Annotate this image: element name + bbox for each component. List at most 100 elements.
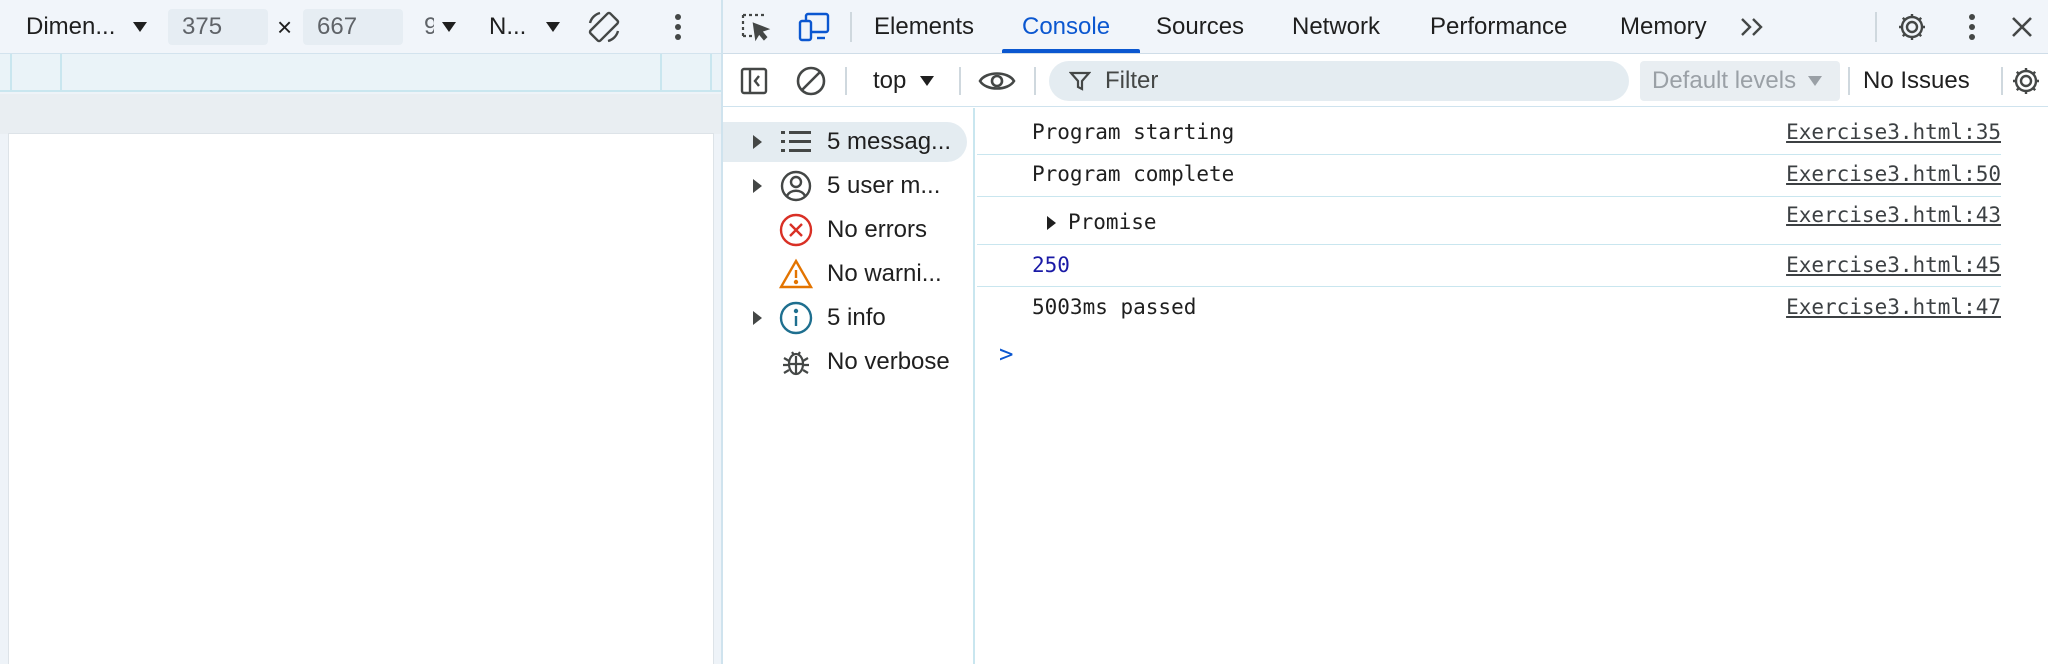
devtools-tab-bar: Elements Console Sources Network Perform… — [723, 0, 2048, 54]
sidebar-item-warnings[interactable]: No warni... — [723, 254, 967, 294]
warning-icon — [779, 257, 813, 291]
throttle-dropdown[interactable]: N... — [489, 0, 561, 54]
sidebar-item-messages[interactable]: 5 messag... — [723, 122, 967, 162]
expand-arrow-icon — [753, 179, 762, 193]
tab-performance[interactable]: Performance — [1430, 0, 1567, 54]
tab-label: Console — [1022, 13, 1111, 40]
device-viewport[interactable] — [8, 133, 714, 664]
height-input[interactable]: 667 — [303, 9, 403, 45]
log-levels-dropdown[interactable]: Default levels — [1640, 61, 1840, 101]
sidebar-item-label: 5 info — [827, 304, 886, 331]
console-messages: Program starting Exercise3.html:35 Progr… — [977, 108, 2048, 664]
tab-separator — [1875, 12, 1877, 42]
active-tab-indicator — [1002, 49, 1140, 53]
sidebar-item-verbose[interactable]: No verbose — [723, 342, 967, 382]
device-toolbar-icon[interactable] — [795, 10, 833, 44]
console-toolbar: top Filter Default levels No Issues — [723, 55, 2048, 107]
message-number: 250 — [1032, 253, 1070, 277]
toolbar-separator — [1034, 67, 1036, 95]
info-icon — [779, 301, 813, 335]
sidebar-item-label: 5 user m... — [827, 172, 941, 199]
console-prompt[interactable]: > — [999, 340, 1013, 368]
console-message[interactable]: Program starting Exercise3.html:35 — [977, 108, 2001, 155]
more-tabs-icon[interactable] — [1737, 12, 1769, 42]
width-input[interactable]: 375 — [168, 9, 268, 45]
width-value: 375 — [182, 13, 223, 40]
message-text: Program starting — [1032, 120, 1235, 144]
close-icon[interactable] — [2003, 8, 2041, 46]
levels-label: Default levels — [1652, 67, 1797, 94]
source-link[interactable]: Exercise3.html:47 — [1786, 295, 2001, 319]
console-settings-gear-icon[interactable] — [2007, 63, 2045, 99]
sidebar-item-info[interactable]: 5 info — [723, 298, 967, 338]
expand-arrow-icon — [753, 135, 762, 149]
tab-label: Sources — [1156, 13, 1245, 40]
tab-elements[interactable]: Elements — [874, 0, 974, 54]
sidebar-item-label: No errors — [827, 216, 928, 243]
message-text: 5003ms passed — [1032, 295, 1197, 319]
tab-console[interactable]: Console — [1022, 0, 1110, 54]
chevron-down-icon — [133, 22, 148, 32]
times-symbol: × — [277, 11, 293, 42]
sidebar-item-errors[interactable]: No errors — [723, 210, 967, 250]
issues-counter[interactable]: No Issues — [1863, 55, 1970, 107]
sidebar-item-label: No warni... — [827, 260, 942, 287]
inspect-element-icon[interactable] — [737, 10, 773, 44]
device-emulation-pane: Dimen... 375 × 667 9 N... — [0, 0, 723, 664]
source-link[interactable]: Exercise3.html:45 — [1786, 253, 2001, 277]
context-label: top — [873, 67, 907, 94]
sidebar-item-label: No verbose — [827, 348, 950, 375]
ruler-tick — [710, 54, 712, 90]
console-sidebar: 5 messag... 5 user m... No errors No war… — [723, 108, 975, 664]
zoom-label: 9 — [424, 13, 434, 40]
tab-label: Memory — [1620, 13, 1707, 40]
devtools-panel: Elements Console Sources Network Perform… — [723, 0, 2048, 664]
toolbar-separator — [1848, 67, 1850, 95]
more-options-icon[interactable] — [658, 7, 698, 47]
live-expression-eye-icon[interactable] — [975, 63, 1019, 99]
console-message[interactable]: Promise Exercise3.html:43 — [977, 197, 2001, 245]
throttle-label: N... — [489, 13, 527, 40]
settings-gear-icon[interactable] — [1893, 8, 1931, 46]
tab-memory[interactable]: Memory — [1620, 0, 1707, 54]
console-message[interactable]: 5003ms passed Exercise3.html:47 — [977, 287, 2001, 329]
source-link[interactable]: Exercise3.html:35 — [1786, 120, 2001, 144]
sidebar-item-user-messages[interactable]: 5 user m... — [723, 166, 967, 206]
context-selector[interactable]: top — [873, 55, 935, 107]
chevron-down-icon — [920, 76, 935, 86]
zoom-dropdown[interactable]: 9 — [424, 0, 456, 54]
device-toolbar: Dimen... 375 × 667 9 N... — [0, 0, 721, 54]
device-frame-area — [0, 94, 721, 134]
console-message[interactable]: Program complete Exercise3.html:50 — [977, 155, 2001, 197]
customize-menu-icon[interactable] — [1957, 8, 1987, 46]
rotate-icon[interactable] — [584, 7, 624, 47]
ruler-tick — [60, 54, 62, 90]
tab-label: Performance — [1430, 13, 1568, 40]
filter-input[interactable]: Filter — [1049, 61, 1629, 101]
source-link[interactable]: Exercise3.html:50 — [1786, 162, 2001, 186]
source-link[interactable]: Exercise3.html:43 — [1786, 203, 2001, 227]
sidebar-toggle-icon[interactable] — [737, 63, 771, 99]
ruler-tick — [10, 54, 12, 90]
toolbar-separator — [959, 67, 961, 95]
toolbar-separator — [845, 67, 847, 95]
expand-object-arrow-icon[interactable] — [1047, 216, 1056, 230]
ruler-tick — [660, 54, 662, 90]
tab-network[interactable]: Network — [1292, 0, 1380, 54]
toolbar-separator — [2001, 67, 2003, 95]
list-icon — [779, 125, 813, 159]
tab-sources[interactable]: Sources — [1156, 0, 1244, 54]
user-icon — [779, 169, 813, 203]
dimensions-dropdown[interactable]: Dimen... — [26, 0, 148, 54]
message-text[interactable]: Promise — [1068, 210, 1157, 234]
clear-console-icon[interactable] — [793, 63, 829, 99]
console-message[interactable]: 250 Exercise3.html:45 — [977, 245, 2001, 287]
device-ruler — [0, 54, 721, 92]
tab-label: Elements — [874, 13, 975, 40]
filter-icon — [1068, 70, 1092, 99]
bug-icon — [779, 345, 813, 379]
error-icon — [779, 213, 813, 247]
tab-label: Network — [1292, 13, 1381, 40]
dimensions-label: Dimen... — [26, 13, 116, 40]
chevron-down-icon — [442, 22, 456, 32]
